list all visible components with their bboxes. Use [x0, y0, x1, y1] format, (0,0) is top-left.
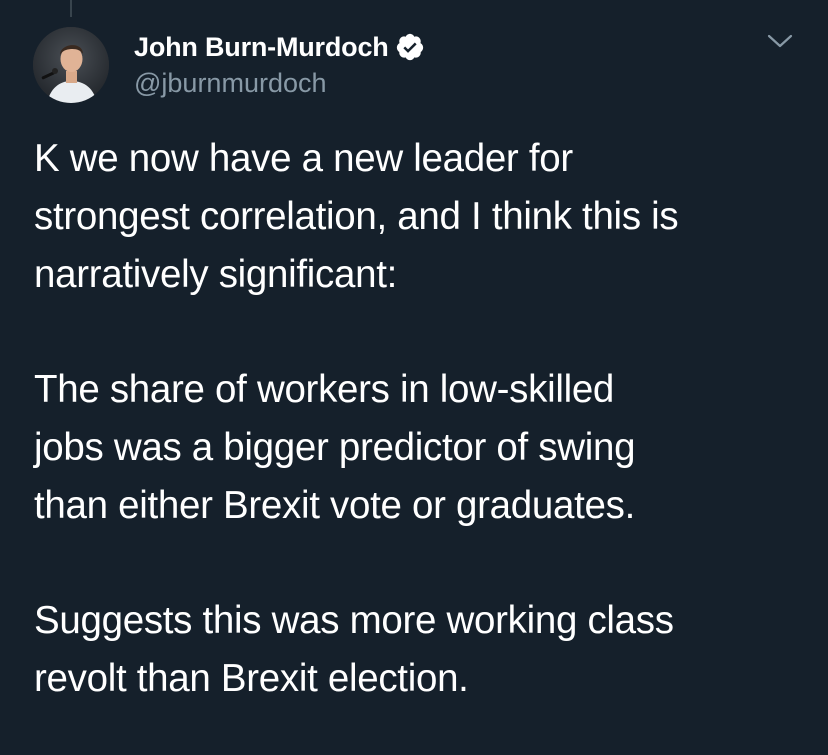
name-row: John Burn-Murdoch	[134, 30, 425, 64]
verified-badge-icon	[395, 32, 425, 62]
tweet-paragraph: K we now have a new leader for strongest…	[34, 137, 679, 296]
tweet-text: K we now have a new leader for strongest…	[34, 130, 814, 708]
tweet-header: John Burn-Murdoch @jburnmurdoch	[134, 30, 425, 99]
thread-connector-line	[70, 0, 72, 17]
tweet-paragraph: The share of workers in low-skilled jobs…	[34, 368, 636, 527]
display-name[interactable]: John Burn-Murdoch	[134, 32, 389, 63]
user-handle[interactable]: @jburnmurdoch	[134, 68, 425, 99]
tweet-paragraph: Suggests this was more working class rev…	[34, 599, 674, 700]
avatar[interactable]	[33, 27, 109, 103]
chevron-down-icon[interactable]	[766, 32, 794, 52]
profile-photo-icon	[33, 27, 109, 103]
